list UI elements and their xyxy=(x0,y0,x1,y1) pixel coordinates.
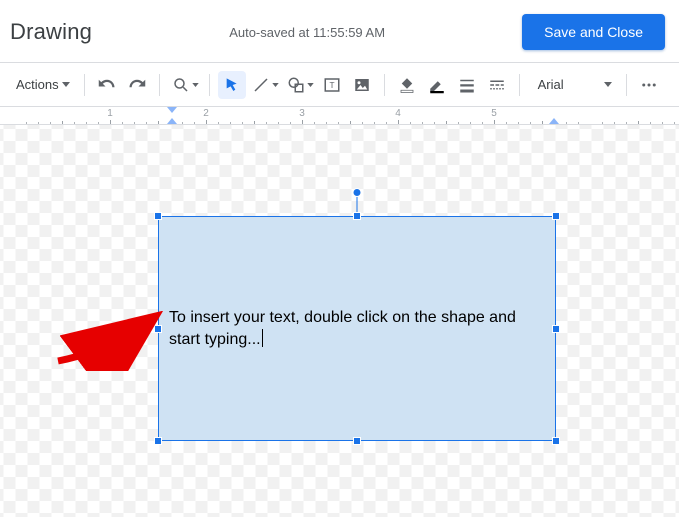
more-button[interactable] xyxy=(635,71,663,99)
right-indent-marker[interactable] xyxy=(549,118,559,124)
line-tool[interactable] xyxy=(248,71,281,99)
text-caret xyxy=(262,329,263,347)
separator xyxy=(209,74,210,96)
chevron-down-icon xyxy=(604,82,612,87)
ruler-number: 4 xyxy=(395,108,401,119)
toolbar: Actions T xyxy=(0,63,679,107)
chevron-down-icon xyxy=(62,82,70,87)
drawing-canvas[interactable]: To insert your text, double click on the… xyxy=(0,125,679,517)
redo-button[interactable] xyxy=(123,71,151,99)
shape-tool[interactable] xyxy=(283,71,316,99)
resize-handle-tl[interactable] xyxy=(154,212,162,220)
rectangle-shape[interactable]: To insert your text, double click on the… xyxy=(158,216,556,441)
resize-handle-l[interactable] xyxy=(154,325,162,333)
separator xyxy=(159,74,160,96)
selected-shape[interactable]: To insert your text, double click on the… xyxy=(158,216,556,441)
actions-label: Actions xyxy=(16,77,59,92)
separator xyxy=(384,74,385,96)
chevron-down-icon xyxy=(192,83,199,87)
border-color-button[interactable] xyxy=(423,71,451,99)
zoom-button[interactable] xyxy=(168,71,201,99)
font-family-select[interactable]: Arial xyxy=(528,71,618,99)
shape-text[interactable]: To insert your text, double click on the… xyxy=(169,307,545,350)
save-and-close-button[interactable]: Save and Close xyxy=(522,14,665,50)
actions-menu[interactable]: Actions xyxy=(6,71,76,99)
image-tool[interactable] xyxy=(348,71,376,99)
separator xyxy=(84,74,85,96)
fill-color-button[interactable] xyxy=(393,71,421,99)
annotation-arrow xyxy=(54,311,174,371)
rotation-handle[interactable] xyxy=(353,188,362,197)
resize-handle-br[interactable] xyxy=(552,437,560,445)
border-weight-button[interactable] xyxy=(453,71,481,99)
left-indent-marker[interactable] xyxy=(167,118,177,124)
dialog-title: Drawing xyxy=(10,19,92,45)
first-line-indent-marker[interactable] xyxy=(167,107,177,113)
border-dash-button[interactable] xyxy=(483,71,511,99)
select-tool[interactable] xyxy=(218,71,246,99)
resize-handle-b[interactable] xyxy=(353,437,361,445)
autosave-status: Auto-saved at 11:55:59 AM xyxy=(229,25,385,40)
resize-handle-t[interactable] xyxy=(353,212,361,220)
resize-handle-bl[interactable] xyxy=(154,437,162,445)
ruler-number: 2 xyxy=(203,108,209,119)
textbox-tool[interactable]: T xyxy=(318,71,346,99)
ruler-number: 5 xyxy=(491,108,497,119)
font-family-label: Arial xyxy=(538,77,564,92)
chevron-down-icon xyxy=(272,83,279,87)
resize-handle-r[interactable] xyxy=(552,325,560,333)
resize-handle-tr[interactable] xyxy=(552,212,560,220)
separator xyxy=(626,74,627,96)
svg-text:T: T xyxy=(329,81,334,90)
chevron-down-icon xyxy=(307,83,314,87)
horizontal-ruler[interactable]: 1 2 3 4 5 xyxy=(0,107,679,125)
separator xyxy=(519,74,520,96)
ruler-number: 1 xyxy=(107,108,113,119)
ruler-number: 3 xyxy=(299,108,305,119)
undo-button[interactable] xyxy=(93,71,121,99)
